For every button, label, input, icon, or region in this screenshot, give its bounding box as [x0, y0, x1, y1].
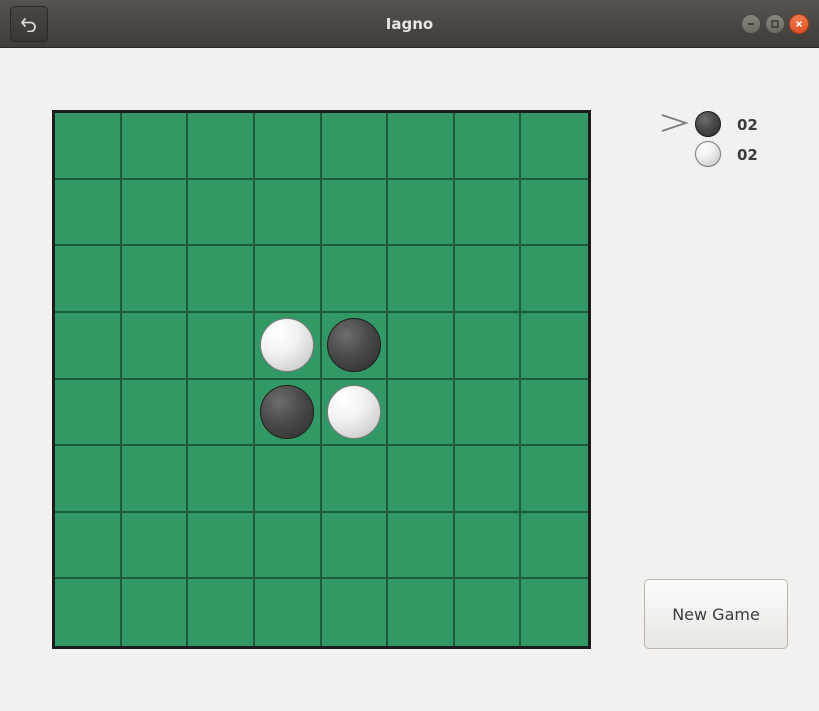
- board-cell[interactable]: [521, 180, 588, 247]
- board-cell[interactable]: [321, 512, 389, 580]
- maximize-icon: [771, 20, 779, 28]
- board-cell[interactable]: [122, 579, 189, 646]
- board-cell[interactable]: [454, 379, 522, 447]
- board-cell[interactable]: [521, 380, 588, 447]
- light-score-row: 02: [660, 138, 790, 168]
- board-cell[interactable]: [521, 446, 588, 513]
- board-cell[interactable]: [454, 446, 522, 513]
- board-cell[interactable]: [254, 312, 322, 380]
- board-cell[interactable]: [388, 246, 455, 313]
- minimize-icon: [748, 23, 754, 25]
- board-cell[interactable]: [254, 379, 322, 447]
- close-button[interactable]: [789, 14, 809, 34]
- board-cell[interactable]: [321, 179, 389, 247]
- board-cell[interactable]: [388, 512, 455, 580]
- dark-piece: [260, 384, 315, 439]
- score-panel: 02 02: [660, 108, 790, 168]
- board-cell[interactable]: [188, 446, 255, 513]
- window-controls: [741, 14, 809, 34]
- dark-score-row: 02: [660, 108, 790, 138]
- board-cell[interactable]: [55, 379, 122, 447]
- dark-piece-icon: [695, 111, 721, 137]
- board-cell[interactable]: [188, 312, 255, 380]
- board-cell[interactable]: [254, 113, 322, 180]
- board-cell[interactable]: [188, 113, 255, 180]
- board-cell[interactable]: [454, 179, 522, 247]
- board-cell[interactable]: [521, 579, 588, 646]
- board-cell[interactable]: [55, 246, 122, 313]
- board-cell[interactable]: [55, 446, 122, 513]
- close-icon: [795, 20, 803, 28]
- board-cell[interactable]: [55, 579, 122, 646]
- board-cell[interactable]: [121, 512, 189, 580]
- board-cell[interactable]: [121, 446, 189, 513]
- board-cell[interactable]: [521, 313, 588, 380]
- board-cell[interactable]: [254, 179, 322, 247]
- board-cell[interactable]: [55, 312, 122, 380]
- board-cell[interactable]: [321, 113, 389, 180]
- board-cell[interactable]: [388, 312, 455, 380]
- light-piece-icon: [695, 141, 721, 167]
- board-cell[interactable]: [254, 246, 322, 313]
- board-cell[interactable]: [121, 379, 189, 447]
- board-cell[interactable]: [455, 579, 522, 646]
- board-cell[interactable]: [121, 179, 189, 247]
- minimize-button[interactable]: [741, 14, 761, 34]
- board-cell[interactable]: [55, 179, 122, 247]
- board-cell[interactable]: [521, 513, 588, 580]
- turn-indicator-icon: [661, 114, 688, 132]
- board-cell[interactable]: [188, 379, 255, 447]
- board-cell[interactable]: [454, 246, 522, 313]
- board-cell[interactable]: [388, 579, 455, 646]
- title-bar: Iagno: [0, 0, 819, 48]
- maximize-button[interactable]: [765, 14, 785, 34]
- board-cell[interactable]: [321, 379, 389, 447]
- board-cell[interactable]: [388, 446, 455, 513]
- light-score: 02: [737, 146, 758, 164]
- board-cell[interactable]: [188, 512, 255, 580]
- board-cell[interactable]: [388, 113, 455, 180]
- board-cell[interactable]: [188, 179, 255, 247]
- board-cell[interactable]: [255, 579, 322, 646]
- window-title: Iagno: [385, 15, 434, 33]
- board-cell[interactable]: [454, 312, 522, 380]
- board-cell[interactable]: [254, 446, 322, 513]
- board-cell[interactable]: [321, 246, 389, 313]
- board-cell[interactable]: [254, 512, 322, 580]
- board-cell[interactable]: [388, 379, 455, 447]
- board-cell[interactable]: [388, 179, 455, 247]
- light-piece: [326, 384, 381, 439]
- board-cell[interactable]: [454, 512, 522, 580]
- dark-piece: [326, 318, 381, 373]
- board-cell[interactable]: [188, 246, 255, 313]
- board-cell[interactable]: [321, 446, 389, 513]
- game-board: [52, 110, 591, 649]
- board-cell[interactable]: [521, 113, 588, 180]
- board-cell[interactable]: [454, 113, 522, 180]
- board-cell[interactable]: [521, 246, 588, 313]
- new-game-button[interactable]: New Game: [644, 579, 788, 649]
- iagno-window: Iagno 02 02 New Game: [0, 0, 819, 711]
- board-cell[interactable]: [321, 312, 389, 380]
- dark-score: 02: [737, 116, 758, 134]
- light-piece: [260, 318, 315, 373]
- board-cell[interactable]: [188, 579, 255, 646]
- board-cell[interactable]: [55, 512, 122, 580]
- board-cell[interactable]: [55, 113, 122, 180]
- board-cell[interactable]: [322, 579, 389, 646]
- board-cell[interactable]: [121, 113, 189, 180]
- board-cell[interactable]: [121, 312, 189, 380]
- board-cell[interactable]: [121, 246, 189, 313]
